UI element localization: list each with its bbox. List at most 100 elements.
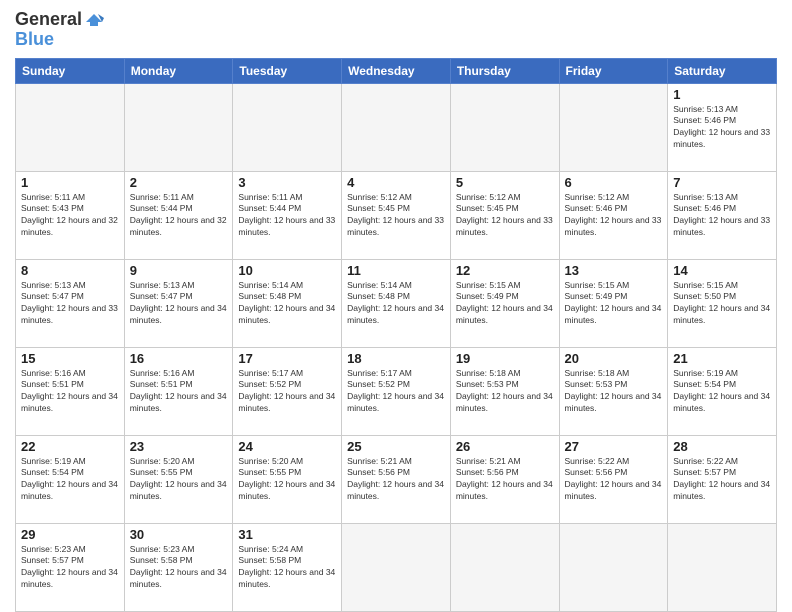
day-info: Sunrise: 5:13 AMSunset: 5:46 PMDaylight:… [673, 192, 771, 240]
calendar-day-cell [559, 523, 668, 611]
calendar-day-cell: 15 Sunrise: 5:16 AMSunset: 5:51 PMDaylig… [16, 347, 125, 435]
calendar-day-cell: 6 Sunrise: 5:12 AMSunset: 5:46 PMDayligh… [559, 171, 668, 259]
day-info: Sunrise: 5:14 AMSunset: 5:48 PMDaylight:… [347, 280, 445, 328]
day-info: Sunrise: 5:20 AMSunset: 5:55 PMDaylight:… [238, 456, 336, 504]
calendar-day-cell: 11 Sunrise: 5:14 AMSunset: 5:48 PMDaylig… [342, 259, 451, 347]
day-info: Sunrise: 5:17 AMSunset: 5:52 PMDaylight:… [347, 368, 445, 416]
calendar-week-row: 22 Sunrise: 5:19 AMSunset: 5:54 PMDaylig… [16, 435, 777, 523]
calendar-day-header: Sunday [16, 58, 125, 83]
calendar-day-cell: 8 Sunrise: 5:13 AMSunset: 5:47 PMDayligh… [16, 259, 125, 347]
day-number: 8 [21, 263, 119, 278]
calendar-day-cell: 4 Sunrise: 5:12 AMSunset: 5:45 PMDayligh… [342, 171, 451, 259]
day-number: 14 [673, 263, 771, 278]
day-info: Sunrise: 5:16 AMSunset: 5:51 PMDaylight:… [130, 368, 228, 416]
day-info: Sunrise: 5:13 AMSunset: 5:47 PMDaylight:… [130, 280, 228, 328]
day-info: Sunrise: 5:18 AMSunset: 5:53 PMDaylight:… [565, 368, 663, 416]
calendar-day-cell: 20 Sunrise: 5:18 AMSunset: 5:53 PMDaylig… [559, 347, 668, 435]
day-number: 6 [565, 175, 663, 190]
day-number: 22 [21, 439, 119, 454]
day-number: 12 [456, 263, 554, 278]
calendar-day-cell: 9 Sunrise: 5:13 AMSunset: 5:47 PMDayligh… [124, 259, 233, 347]
calendar-day-cell: 21 Sunrise: 5:19 AMSunset: 5:54 PMDaylig… [668, 347, 777, 435]
day-info: Sunrise: 5:23 AMSunset: 5:57 PMDaylight:… [21, 544, 119, 592]
calendar-day-cell [450, 83, 559, 171]
day-info: Sunrise: 5:24 AMSunset: 5:58 PMDaylight:… [238, 544, 336, 592]
calendar-day-cell: 14 Sunrise: 5:15 AMSunset: 5:50 PMDaylig… [668, 259, 777, 347]
calendar-day-cell: 27 Sunrise: 5:22 AMSunset: 5:56 PMDaylig… [559, 435, 668, 523]
day-info: Sunrise: 5:17 AMSunset: 5:52 PMDaylight:… [238, 368, 336, 416]
day-number: 1 [21, 175, 119, 190]
day-number: 31 [238, 527, 336, 542]
calendar-day-cell [450, 523, 559, 611]
day-info: Sunrise: 5:19 AMSunset: 5:54 PMDaylight:… [21, 456, 119, 504]
day-number: 28 [673, 439, 771, 454]
calendar-day-cell: 1 Sunrise: 5:13 AMSunset: 5:46 PMDayligh… [668, 83, 777, 171]
calendar-day-cell: 5 Sunrise: 5:12 AMSunset: 5:45 PMDayligh… [450, 171, 559, 259]
calendar-day-cell: 3 Sunrise: 5:11 AMSunset: 5:44 PMDayligh… [233, 171, 342, 259]
day-info: Sunrise: 5:21 AMSunset: 5:56 PMDaylight:… [347, 456, 445, 504]
calendar-day-header: Tuesday [233, 58, 342, 83]
day-info: Sunrise: 5:13 AMSunset: 5:47 PMDaylight:… [21, 280, 119, 328]
day-number: 5 [456, 175, 554, 190]
calendar-day-cell: 17 Sunrise: 5:17 AMSunset: 5:52 PMDaylig… [233, 347, 342, 435]
day-info: Sunrise: 5:22 AMSunset: 5:57 PMDaylight:… [673, 456, 771, 504]
calendar-day-cell: 22 Sunrise: 5:19 AMSunset: 5:54 PMDaylig… [16, 435, 125, 523]
calendar-day-cell: 10 Sunrise: 5:14 AMSunset: 5:48 PMDaylig… [233, 259, 342, 347]
day-info: Sunrise: 5:12 AMSunset: 5:45 PMDaylight:… [456, 192, 554, 240]
calendar-day-cell: 12 Sunrise: 5:15 AMSunset: 5:49 PMDaylig… [450, 259, 559, 347]
day-number: 7 [673, 175, 771, 190]
day-info: Sunrise: 5:19 AMSunset: 5:54 PMDaylight:… [673, 368, 771, 416]
day-info: Sunrise: 5:21 AMSunset: 5:56 PMDaylight:… [456, 456, 554, 504]
calendar-day-cell: 1 Sunrise: 5:11 AMSunset: 5:43 PMDayligh… [16, 171, 125, 259]
calendar-week-row: 8 Sunrise: 5:13 AMSunset: 5:47 PMDayligh… [16, 259, 777, 347]
calendar-day-cell: 7 Sunrise: 5:13 AMSunset: 5:46 PMDayligh… [668, 171, 777, 259]
day-number: 11 [347, 263, 445, 278]
day-number: 4 [347, 175, 445, 190]
day-number: 17 [238, 351, 336, 366]
day-number: 18 [347, 351, 445, 366]
calendar-day-cell [559, 83, 668, 171]
day-info: Sunrise: 5:16 AMSunset: 5:51 PMDaylight:… [21, 368, 119, 416]
day-info: Sunrise: 5:12 AMSunset: 5:45 PMDaylight:… [347, 192, 445, 240]
day-info: Sunrise: 5:20 AMSunset: 5:55 PMDaylight:… [130, 456, 228, 504]
page: General Blue SundayMondayTuesdayWednesda… [0, 0, 792, 612]
day-number: 16 [130, 351, 228, 366]
day-number: 21 [673, 351, 771, 366]
calendar-day-header: Wednesday [342, 58, 451, 83]
day-number: 27 [565, 439, 663, 454]
calendar-day-cell [342, 523, 451, 611]
day-number: 23 [130, 439, 228, 454]
logo-blue: Blue [15, 30, 54, 50]
day-info: Sunrise: 5:15 AMSunset: 5:49 PMDaylight:… [565, 280, 663, 328]
calendar-day-cell [124, 83, 233, 171]
day-info: Sunrise: 5:14 AMSunset: 5:48 PMDaylight:… [238, 280, 336, 328]
calendar-day-cell: 28 Sunrise: 5:22 AMSunset: 5:57 PMDaylig… [668, 435, 777, 523]
day-number: 26 [456, 439, 554, 454]
calendar-day-cell: 19 Sunrise: 5:18 AMSunset: 5:53 PMDaylig… [450, 347, 559, 435]
calendar-table: SundayMondayTuesdayWednesdayThursdayFrid… [15, 58, 777, 612]
day-number: 3 [238, 175, 336, 190]
day-info: Sunrise: 5:18 AMSunset: 5:53 PMDaylight:… [456, 368, 554, 416]
calendar-day-cell [342, 83, 451, 171]
calendar-header-row: SundayMondayTuesdayWednesdayThursdayFrid… [16, 58, 777, 83]
calendar-day-cell: 25 Sunrise: 5:21 AMSunset: 5:56 PMDaylig… [342, 435, 451, 523]
calendar-day-header: Thursday [450, 58, 559, 83]
calendar-day-cell: 13 Sunrise: 5:15 AMSunset: 5:49 PMDaylig… [559, 259, 668, 347]
day-info: Sunrise: 5:15 AMSunset: 5:50 PMDaylight:… [673, 280, 771, 328]
day-info: Sunrise: 5:22 AMSunset: 5:56 PMDaylight:… [565, 456, 663, 504]
calendar-day-cell: 30 Sunrise: 5:23 AMSunset: 5:58 PMDaylig… [124, 523, 233, 611]
day-info: Sunrise: 5:11 AMSunset: 5:43 PMDaylight:… [21, 192, 119, 240]
day-number: 30 [130, 527, 228, 542]
day-info: Sunrise: 5:11 AMSunset: 5:44 PMDaylight:… [238, 192, 336, 240]
day-info: Sunrise: 5:12 AMSunset: 5:46 PMDaylight:… [565, 192, 663, 240]
calendar-day-cell [668, 523, 777, 611]
calendar-day-header: Friday [559, 58, 668, 83]
calendar-day-cell: 31 Sunrise: 5:24 AMSunset: 5:58 PMDaylig… [233, 523, 342, 611]
day-number: 19 [456, 351, 554, 366]
calendar-day-cell: 2 Sunrise: 5:11 AMSunset: 5:44 PMDayligh… [124, 171, 233, 259]
day-info: Sunrise: 5:15 AMSunset: 5:49 PMDaylight:… [456, 280, 554, 328]
logo-general: General [15, 10, 82, 30]
calendar-day-header: Saturday [668, 58, 777, 83]
calendar-day-cell: 18 Sunrise: 5:17 AMSunset: 5:52 PMDaylig… [342, 347, 451, 435]
day-number: 25 [347, 439, 445, 454]
